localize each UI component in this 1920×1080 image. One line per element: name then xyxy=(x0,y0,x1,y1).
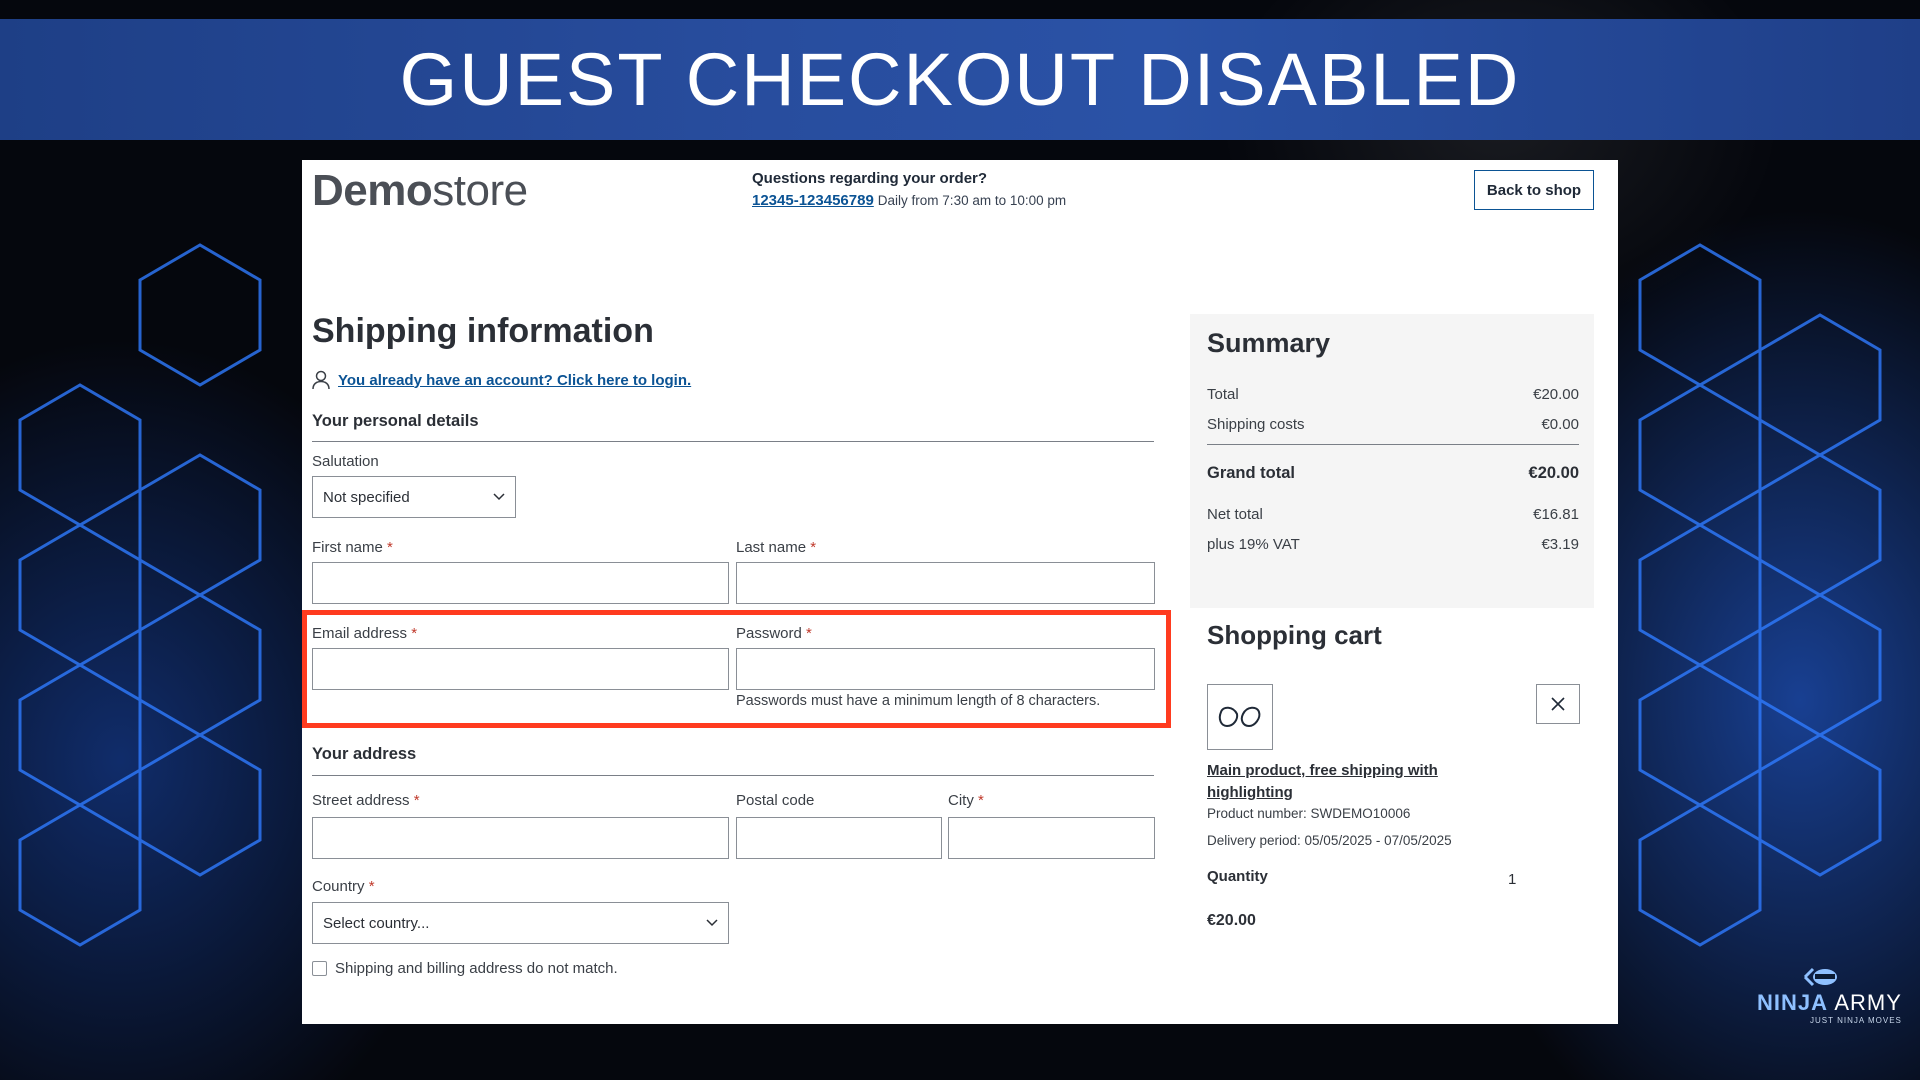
postal-code-label: Postal code xyxy=(736,792,815,809)
cart-title: Shopping cart xyxy=(1207,620,1382,650)
postal-code-input[interactable] xyxy=(736,817,942,859)
brand-name: NINJA ARMY xyxy=(1757,990,1902,1016)
last-name-input[interactable] xyxy=(736,562,1155,604)
salutation-select[interactable]: Not specified xyxy=(312,476,516,518)
password-input[interactable] xyxy=(736,648,1155,690)
country-value: Select country... xyxy=(323,914,430,932)
divider xyxy=(1207,444,1579,445)
phone-link[interactable]: 12345-123456789 xyxy=(752,192,874,209)
email-input[interactable] xyxy=(312,648,729,690)
brand-tagline: JUST NINJA MOVES xyxy=(1810,1016,1902,1025)
user-icon xyxy=(312,370,330,390)
net-total-value: €16.81 xyxy=(1533,506,1579,523)
grand-total-label: Grand total xyxy=(1207,464,1296,482)
divider xyxy=(312,441,1154,442)
remove-item-button[interactable] xyxy=(1536,684,1580,724)
quantity-label: Quantity xyxy=(1207,868,1268,885)
support-line: 12345-123456789 Daily from 7:30 am to 10:… xyxy=(752,192,1066,209)
required-mark: * xyxy=(806,625,812,642)
brand-watermark: NINJA ARMY JUST NINJA MOVES xyxy=(1757,967,1902,1025)
login-row: You already have an account? Click here … xyxy=(312,370,691,390)
email-label: Email address * xyxy=(312,625,417,642)
country-label: Country * xyxy=(312,878,375,895)
required-mark: * xyxy=(387,539,393,556)
country-label-text: Country xyxy=(312,878,365,895)
vat-value: €3.19 xyxy=(1541,536,1579,553)
password-hint: Passwords must have a minimum length of … xyxy=(736,693,1101,709)
salutation-label: Salutation xyxy=(312,453,379,470)
delivery-period: Delivery period: 05/05/2025 - 07/05/2025 xyxy=(1207,833,1452,848)
personal-details-heading: Your personal details xyxy=(312,412,479,430)
first-name-input[interactable] xyxy=(312,562,729,604)
chevron-down-icon xyxy=(493,493,505,501)
product-name-link[interactable]: Main product, free shipping with highlig… xyxy=(1207,760,1467,804)
checkout-page: Demostore Questions regarding your order… xyxy=(302,160,1618,1024)
first-name-label: First name * xyxy=(312,539,393,556)
summary-grand-total-row: Grand total €20.00 xyxy=(1207,464,1579,483)
back-to-shop-button[interactable]: Back to shop xyxy=(1474,170,1594,210)
support-hours: Daily from 7:30 am to 10:00 pm xyxy=(877,193,1067,208)
banner-title: GUEST CHECKOUT DISABLED xyxy=(399,38,1521,121)
vat-label: plus 19% VAT xyxy=(1207,536,1300,553)
product-image-icon xyxy=(1218,706,1261,728)
logo-light-text: store xyxy=(432,166,528,215)
address-heading: Your address xyxy=(312,745,417,763)
total-value: €20.00 xyxy=(1533,386,1579,403)
net-total-label: Net total xyxy=(1207,506,1263,523)
different-billing-checkbox[interactable] xyxy=(312,961,327,976)
required-mark: * xyxy=(413,792,420,809)
product-thumbnail[interactable] xyxy=(1207,684,1273,750)
password-label: Password * xyxy=(736,625,812,642)
required-mark: * xyxy=(810,539,817,556)
street-label: Street address * xyxy=(312,792,420,809)
first-name-label-text: First name xyxy=(312,539,383,556)
product-number: Product number: SWDEMO10006 xyxy=(1207,806,1411,821)
different-billing-label: Shipping and billing address do not matc… xyxy=(335,960,618,977)
city-input[interactable] xyxy=(948,817,1155,859)
shipping-label: Shipping costs xyxy=(1207,416,1305,433)
ninja-logo-icon xyxy=(1803,967,1837,987)
login-link[interactable]: You already have an account? Click here … xyxy=(338,372,691,389)
billing-option: Shipping and billing address do not matc… xyxy=(312,960,618,977)
summary-box: Summary Total €20.00 Shipping costs €0.00 … xyxy=(1190,314,1594,608)
title-banner: GUEST CHECKOUT DISABLED xyxy=(0,19,1920,140)
required-mark: * xyxy=(411,625,418,642)
country-select[interactable]: Select country... xyxy=(312,902,729,944)
street-input[interactable] xyxy=(312,817,729,859)
street-label-text: Street address xyxy=(312,792,410,809)
page-title: Shipping information xyxy=(312,312,654,350)
email-label-text: Email address xyxy=(312,625,408,642)
summary-title: Summary xyxy=(1207,328,1331,358)
summary-vat-row: plus 19% VAT €3.19 xyxy=(1207,536,1579,553)
logo-bold-text: Demo xyxy=(312,166,433,215)
summary-net-row: Net total €16.81 xyxy=(1207,506,1579,523)
quantity-value[interactable]: 1 xyxy=(1508,871,1516,888)
close-icon xyxy=(1551,697,1565,711)
city-label-text: City xyxy=(948,792,974,809)
required-mark: * xyxy=(368,878,375,895)
required-mark: * xyxy=(978,792,984,809)
brand-name-part-a: NINJA xyxy=(1757,990,1828,1015)
divider xyxy=(312,775,1154,776)
support-question: Questions regarding your order? xyxy=(752,170,988,187)
store-logo[interactable]: Demostore xyxy=(312,166,528,216)
summary-total-row: Total €20.00 xyxy=(1207,386,1579,403)
brand-name-part-b: ARMY xyxy=(1834,990,1902,1015)
chevron-down-icon xyxy=(706,919,718,927)
summary-shipping-row: Shipping costs €0.00 xyxy=(1207,416,1579,433)
last-name-label-text: Last name xyxy=(736,539,807,556)
shipping-value: €0.00 xyxy=(1541,416,1579,433)
last-name-label: Last name * xyxy=(736,539,816,556)
total-label: Total xyxy=(1207,386,1239,403)
item-price: €20.00 xyxy=(1207,912,1256,929)
city-label: City * xyxy=(948,792,984,809)
grand-total-value: €20.00 xyxy=(1528,464,1579,482)
salutation-value: Not specified xyxy=(323,488,410,506)
password-label-text: Password xyxy=(736,625,802,642)
